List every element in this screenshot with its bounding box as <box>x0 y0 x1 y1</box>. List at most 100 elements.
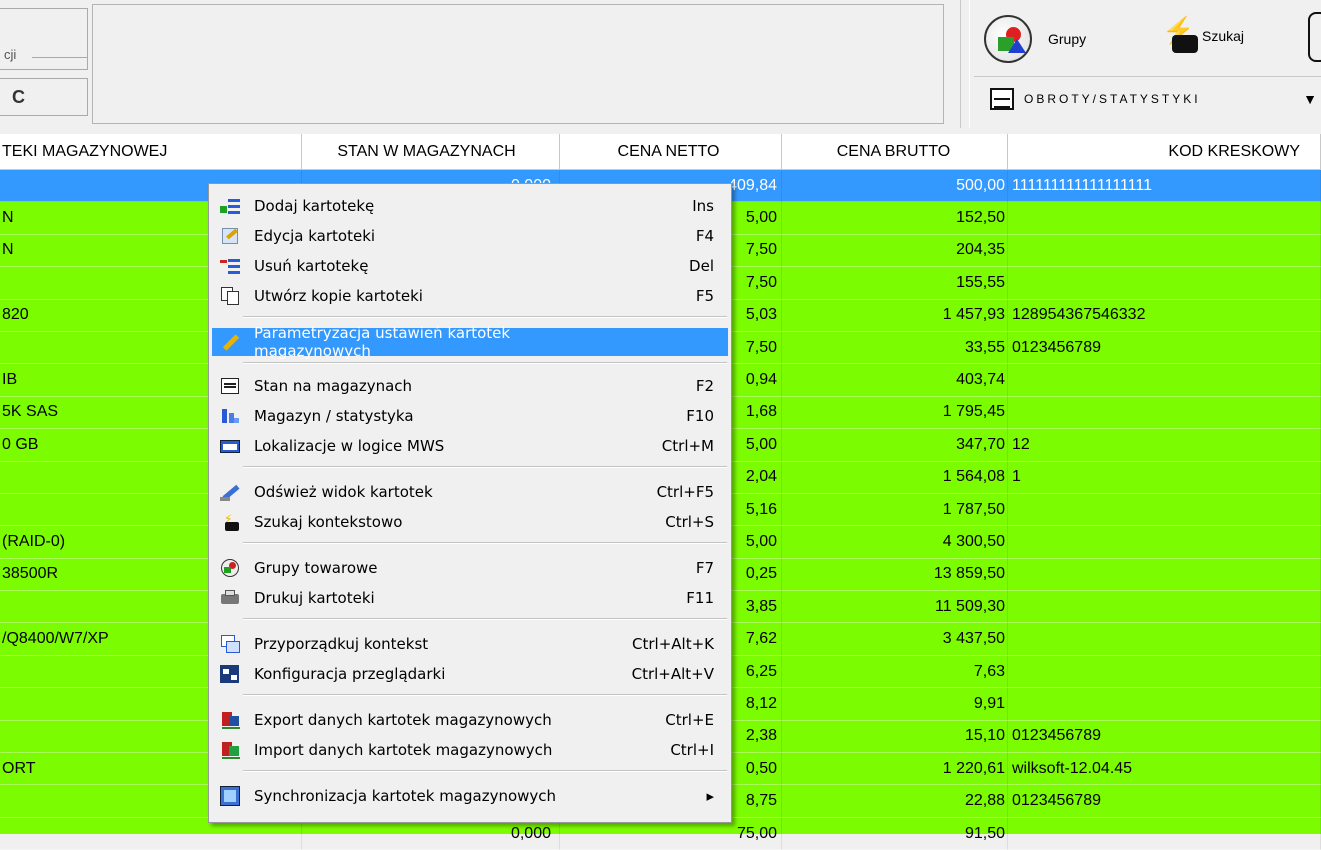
assign-context-icon <box>220 634 240 654</box>
menu-item-chart[interactable]: Stan na magazynach F2 <box>212 372 728 400</box>
cell-barcode: 0123456789 <box>1008 720 1321 754</box>
cell-gross-price: 13 859,50 <box>782 558 1008 592</box>
cell-gross-price: 1 795,45 <box>782 396 1008 430</box>
menu-item-label: Utwórz kopie kartoteki <box>254 287 423 305</box>
statistics-icon <box>220 406 240 426</box>
cell-gross-price: 1 220,61 <box>782 753 1008 786</box>
toolbar-separator <box>960 0 970 128</box>
cell-gross-price: 11 509,30 <box>782 591 1008 624</box>
import-icon <box>220 740 240 760</box>
cell-barcode <box>1008 234 1321 268</box>
menu-item-label: Konfiguracja przeglądarki <box>254 665 446 683</box>
turnover-statistics-dropdown[interactable]: OBROTY/STATYSTYKI ▼ <box>974 76 1321 120</box>
menu-item-shortcut: Ctrl+Alt+V <box>631 665 714 683</box>
column-header-barcode[interactable]: KOD KRESKOWY <box>1008 134 1321 170</box>
menu-item-copy-card[interactable]: Utwórz kopie kartoteki F5 <box>212 282 728 310</box>
cell-barcode: 1 <box>1008 461 1321 494</box>
menu-item-shortcut: F4 <box>695 227 714 245</box>
delete-card-icon <box>220 256 240 276</box>
cell-barcode <box>1008 396 1321 430</box>
cell-barcode <box>1008 558 1321 592</box>
chart-icon <box>990 87 1014 110</box>
binoculars-icon: ⚡ <box>1156 15 1198 57</box>
menu-item-sync[interactable]: Synchronizacja kartotek magazynowych ▸ <box>212 782 728 810</box>
menu-separator <box>243 316 727 318</box>
cell-gross-price: 3 437,50 <box>782 623 1008 656</box>
menu-item-groups[interactable]: Grupy towarowe F7 <box>212 554 728 582</box>
menu-item-edit-card[interactable]: Edycja kartoteki F4 <box>212 222 728 250</box>
cell-barcode <box>1008 623 1321 656</box>
groups-button[interactable]: Grupy <box>984 14 1086 64</box>
refresh-icon <box>220 482 240 502</box>
column-header-stock[interactable]: STAN W MAGAZYNACH <box>302 134 560 170</box>
menu-item-label: Stan na magazynach <box>254 377 413 395</box>
cell-gross-price: 403,74 <box>782 364 1008 397</box>
cell-barcode <box>1008 591 1321 624</box>
groups-icon <box>984 15 1032 63</box>
refresh-icon: C <box>12 87 25 107</box>
menu-item-label: Grupy towarowe <box>254 559 378 577</box>
cell-gross-price: 500,00 <box>782 170 1008 203</box>
field-fragment-label: cji <box>4 47 17 62</box>
toolbar-area: cji C Grupy ⚡ Szukaj OBROTY/STATYSTYKI ▼ <box>0 0 1321 134</box>
menu-item-label: Import danych kartotek magazynowych <box>254 741 553 759</box>
dropdown-arrow-icon[interactable]: ▼ <box>1303 91 1317 107</box>
search-button[interactable]: ⚡ Szukaj <box>1156 8 1244 64</box>
cell-gross-price: 15,10 <box>782 720 1008 754</box>
menu-item-add-card[interactable]: Dodaj kartotekę Ins <box>212 192 728 220</box>
menu-item-import[interactable]: Import danych kartotek magazynowych Ctrl+… <box>212 736 728 764</box>
menu-item-shortcut: Ctrl+S <box>665 513 714 531</box>
column-header-name[interactable]: TEKI MAGAZYNOWEJ <box>0 134 302 170</box>
cell-barcode <box>1008 202 1321 235</box>
menu-separator <box>243 694 727 696</box>
cell-barcode <box>1008 526 1321 559</box>
keyboard-icon <box>220 436 240 456</box>
menu-item-binoculars[interactable]: ⚡ Szukaj kontekstowo Ctrl+S <box>212 508 728 536</box>
menu-item-shortcut: F5 <box>695 287 714 305</box>
sync-icon <box>220 786 240 806</box>
menu-item-shortcut: ▸ <box>706 787 714 805</box>
menu-item-browser-config[interactable]: Konfiguracja przeglądarki Ctrl+Alt+V <box>212 660 728 688</box>
menu-item-delete-card[interactable]: Usuń kartotekę Del <box>212 252 728 280</box>
cell-gross-price: 155,55 <box>782 267 1008 300</box>
toolbar-button-partial[interactable] <box>1308 12 1321 62</box>
menu-item-refresh[interactable]: Odśwież widok kartotek Ctrl+F5 <box>212 478 728 506</box>
context-menu: Dodaj kartotekę Ins Edycja kartoteki F4 Usuń… <box>208 183 732 823</box>
menu-item-keyboard[interactable]: Lokalizacje w logice MWS Ctrl+M <box>212 432 728 460</box>
menu-item-label: Drukuj kartoteki <box>254 589 375 607</box>
toolbar-right-panel: Grupy ⚡ Szukaj OBROTY/STATYSTYKI ▼ <box>974 0 1321 126</box>
menu-item-printer[interactable]: Drukuj kartoteki F11 <box>212 584 728 612</box>
cell-gross-price: 4 300,50 <box>782 526 1008 559</box>
menu-separator <box>243 770 727 772</box>
cell-barcode: 111111111111111111 <box>1008 170 1321 203</box>
search-button-label: Szukaj <box>1202 28 1245 44</box>
cell-gross-price: 33,55 <box>782 331 1008 365</box>
cell-gross-price: 7,63 <box>782 655 1008 689</box>
cell-barcode: 12 <box>1008 429 1321 462</box>
menu-item-shortcut: Ctrl+F5 <box>656 483 714 501</box>
menu-item-label: Dodaj kartotekę <box>254 197 375 215</box>
menu-item-shortcut: F11 <box>686 589 714 607</box>
cell-barcode <box>1008 267 1321 300</box>
menu-item-export[interactable]: Export danych kartotek magazynowych Ctrl+… <box>212 706 728 734</box>
menu-item-shortcut: Ctrl+E <box>665 711 714 729</box>
browser-config-icon <box>220 664 240 684</box>
column-header-net-price[interactable]: CENA NETTO <box>560 134 782 170</box>
cell-gross-price: 9,91 <box>782 688 1008 721</box>
menu-item-shortcut: Del <box>689 257 714 275</box>
menu-item-pencil[interactable]: Parametryzacja ustawień kartotek magazyn… <box>212 324 728 360</box>
menu-item-shortcut: Ins <box>692 197 714 215</box>
cell-gross-price: 1 787,50 <box>782 493 1008 527</box>
add-card-icon <box>220 196 240 216</box>
menu-item-shortcut: Ctrl+I <box>670 741 714 759</box>
cell-gross-price: 152,50 <box>782 202 1008 235</box>
menu-item-assign-context[interactable]: Przyporządkuj kontekst Ctrl+Alt+K <box>212 630 728 658</box>
column-header-gross-price[interactable]: CENA BRUTTO <box>782 134 1008 170</box>
menu-item-label: Magazyn / statystyka <box>254 407 414 425</box>
filter-field-fragment[interactable]: cji <box>0 8 88 70</box>
refresh-button[interactable]: C <box>0 78 88 116</box>
menu-item-label: Export danych kartotek magazynowych <box>254 711 552 729</box>
cell-gross-price: 347,70 <box>782 429 1008 462</box>
cell-barcode <box>1008 364 1321 397</box>
menu-item-statistics[interactable]: Magazyn / statystyka F10 <box>212 402 728 430</box>
